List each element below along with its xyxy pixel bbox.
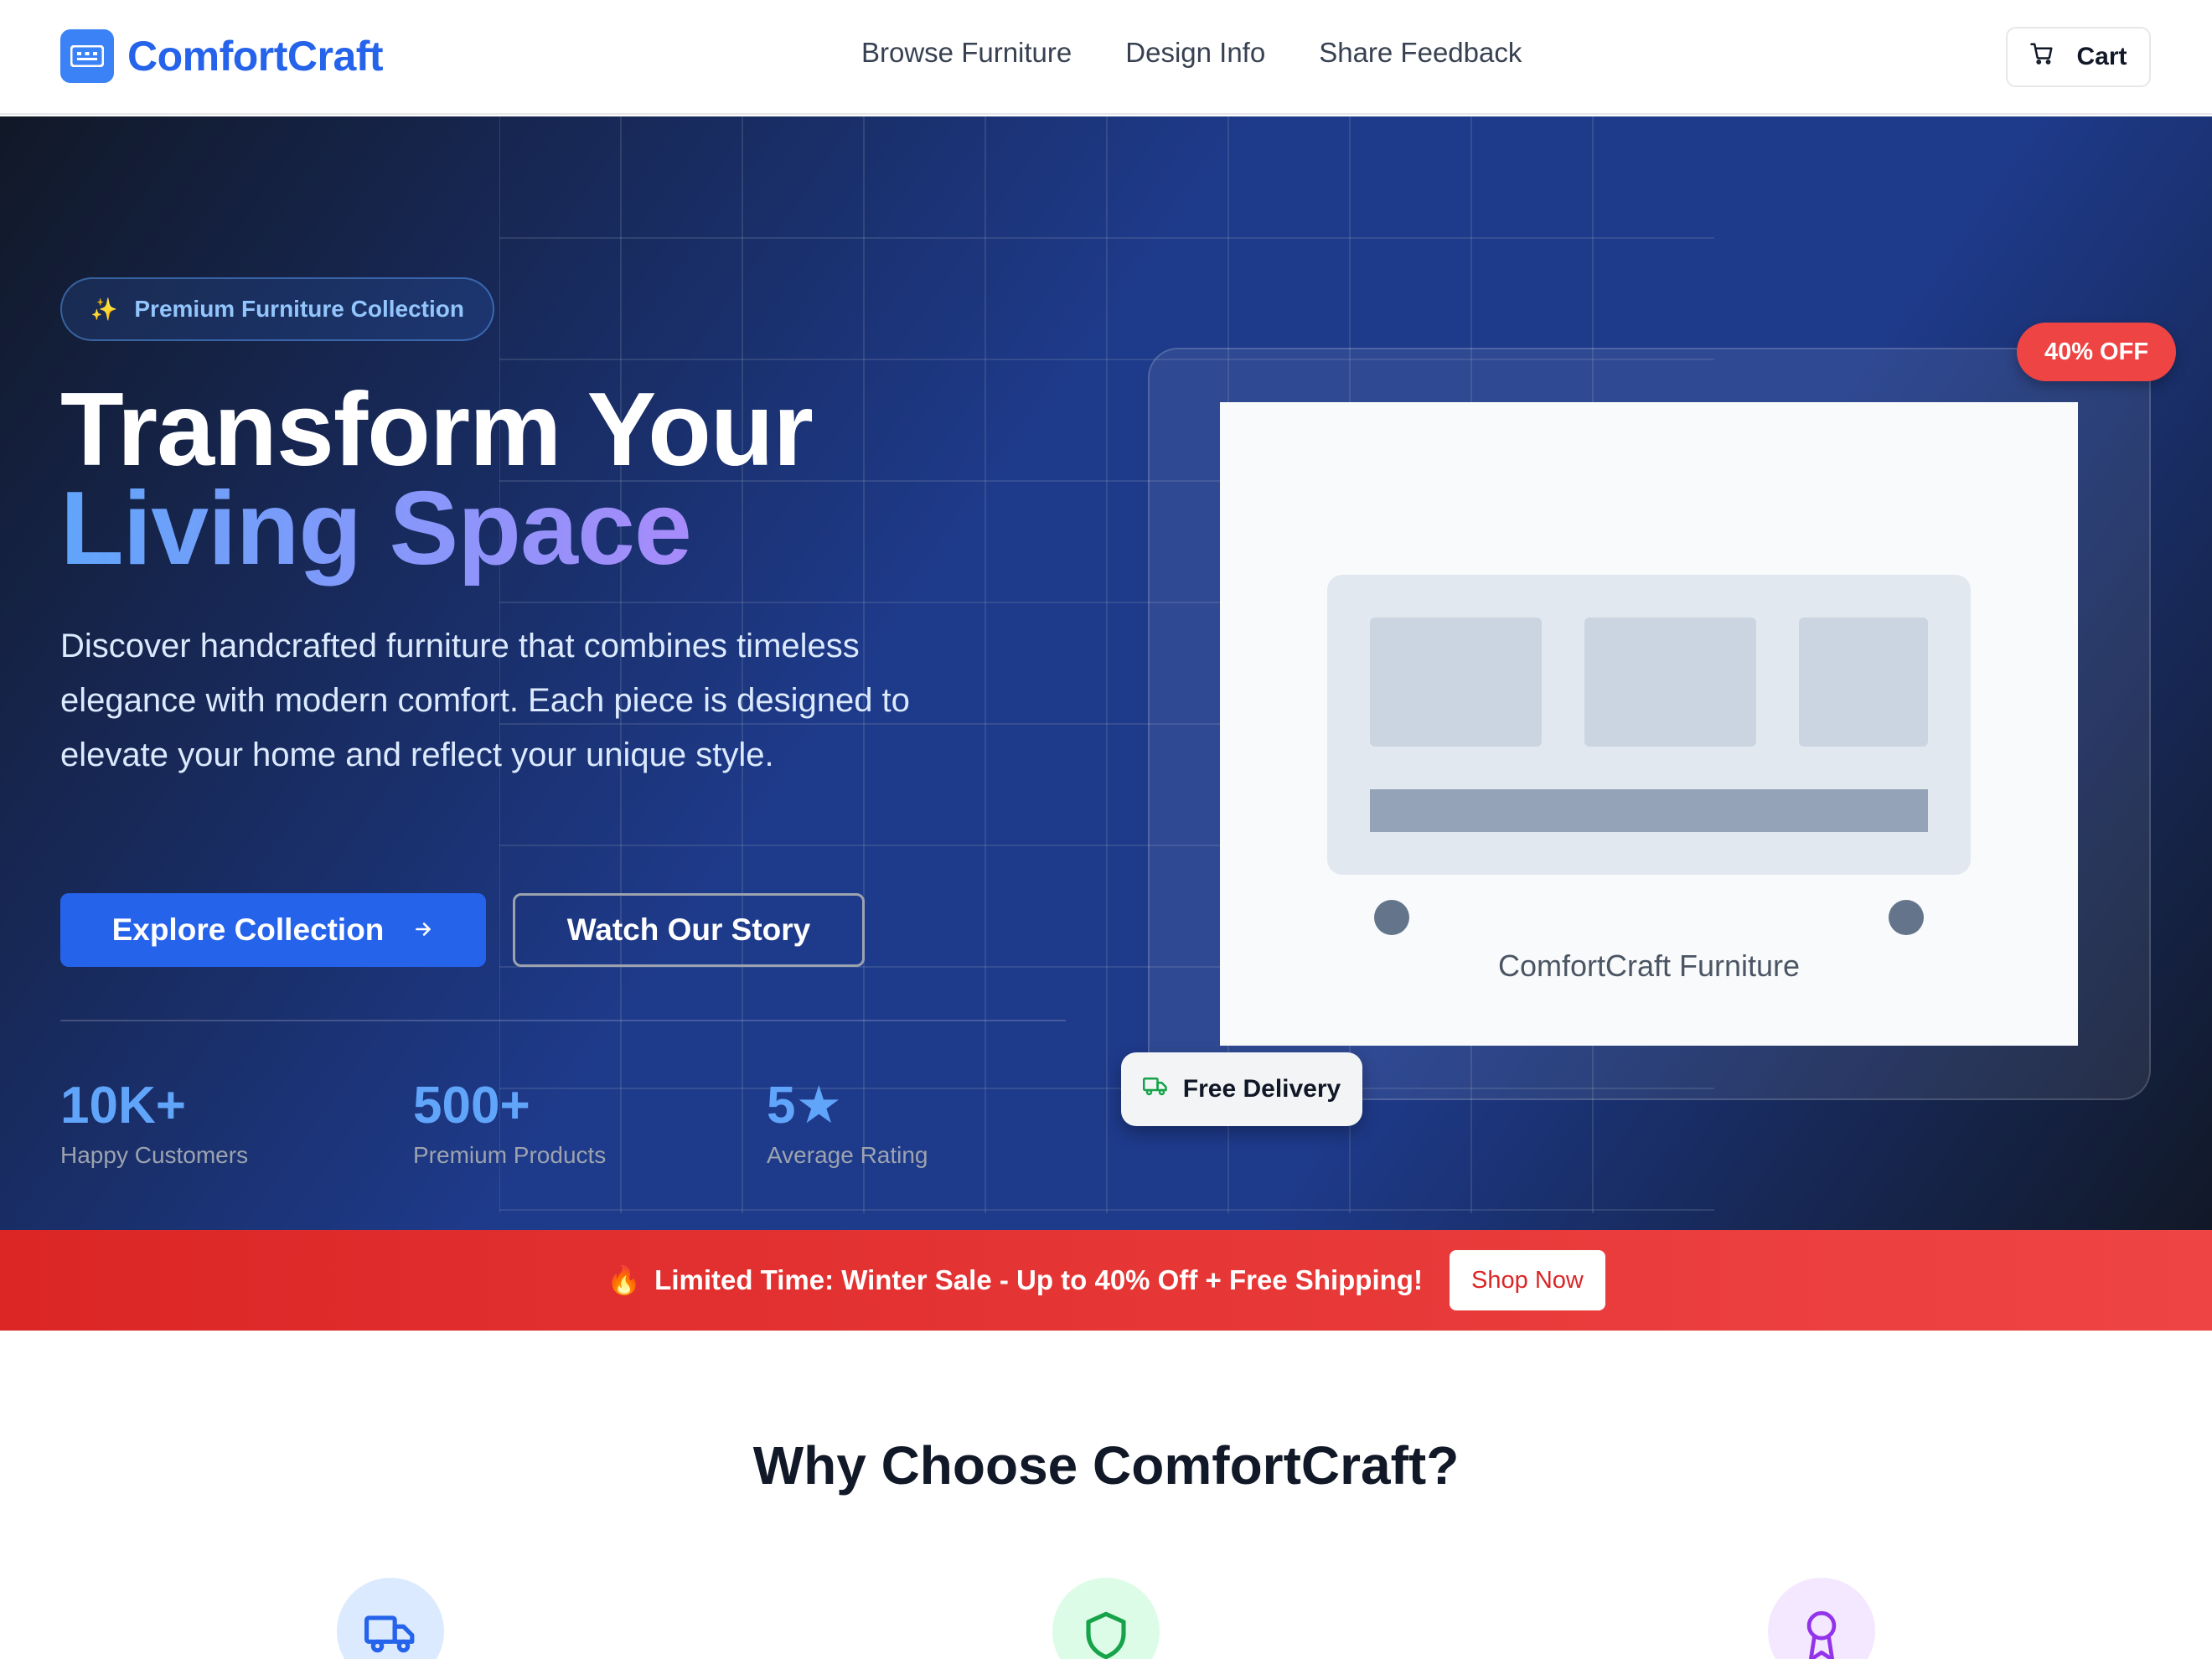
- sparkles-icon: ✨: [90, 296, 118, 322]
- feature-quality: [1768, 1578, 1875, 1659]
- cart-icon: [2029, 41, 2054, 73]
- sofa-cushion: [1370, 618, 1542, 747]
- hero-description: Discover handcrafted furniture that comb…: [60, 628, 910, 773]
- explore-collection-button[interactable]: Explore Collection: [60, 893, 486, 967]
- sofa-leg: [1889, 900, 1924, 935]
- sofa-logo-icon: [60, 29, 114, 83]
- sofa-leg: [1374, 900, 1409, 935]
- stat-label: Average Rating: [767, 1142, 928, 1168]
- stat-average-rating: 5★ Average Rating: [767, 1078, 928, 1169]
- discount-badge: 40% OFF: [2017, 323, 2176, 381]
- promo-banner: 🔥 Limited Time: Winter Sale - Up to 40% …: [0, 1230, 2212, 1331]
- badge-label: Premium Furniture Collection: [134, 296, 464, 322]
- sofa-seat: [1370, 789, 1928, 832]
- promo-message: Limited Time: Winter Sale - Up to 40% Of…: [654, 1264, 1423, 1295]
- arrow-right-icon: [412, 912, 434, 948]
- hero-title-line2: Living Space: [60, 471, 692, 587]
- stat-value: 500+: [413, 1077, 530, 1134]
- brand-logo[interactable]: ComfortCraft: [60, 29, 384, 83]
- feature-warranty: [1052, 1578, 1160, 1659]
- truck-icon: [1142, 1075, 1168, 1103]
- free-delivery-label: Free Delivery: [1182, 1075, 1341, 1103]
- sofa-cushion: [1799, 618, 1928, 747]
- shield-icon: [1083, 1610, 1129, 1659]
- hero-title: Transform Your Living Space: [60, 378, 814, 581]
- stat-premium-products: 500+ Premium Products: [413, 1078, 606, 1169]
- explore-collection-label: Explore Collection: [111, 912, 385, 947]
- free-delivery-badge: Free Delivery: [1121, 1052, 1362, 1126]
- stat-value: 10K+: [60, 1077, 186, 1134]
- stat-value: 5★: [767, 1077, 843, 1134]
- collection-badge: ✨ Premium Furniture Collection: [60, 277, 494, 341]
- site-header: ComfortCraft Browse Furniture Design Inf…: [0, 0, 2212, 115]
- stat-label: Happy Customers: [60, 1142, 249, 1168]
- nav-browse-furniture[interactable]: Browse Furniture: [861, 37, 1072, 69]
- stat-label: Premium Products: [413, 1142, 607, 1168]
- why-choose-title: Why Choose ComfortCraft?: [752, 1435, 1460, 1496]
- brand-name: ComfortCraft: [127, 33, 384, 80]
- sofa-cushion: [1584, 618, 1756, 747]
- promo-text: 🔥 Limited Time: Winter Sale - Up to 40% …: [607, 1264, 1423, 1297]
- cart-button[interactable]: Cart: [2006, 27, 2151, 87]
- hero-section: ✨ Premium Furniture Collection Transform…: [0, 116, 2212, 1230]
- stat-happy-customers: 10K+ Happy Customers: [60, 1078, 248, 1169]
- truck-icon: [364, 1610, 416, 1659]
- product-caption: ComfortCraft Furniture: [1497, 948, 1801, 983]
- fire-icon: 🔥: [607, 1264, 642, 1295]
- product-image[interactable]: ComfortCraft Furniture: [1220, 402, 2078, 1046]
- award-icon: [1800, 1610, 1843, 1659]
- feature-delivery: [337, 1578, 444, 1659]
- nav-share-feedback[interactable]: Share Feedback: [1319, 37, 1522, 69]
- cart-label: Cart: [2076, 43, 2127, 70]
- nav-design-info[interactable]: Design Info: [1125, 37, 1265, 69]
- watch-our-story-button[interactable]: Watch Our Story: [513, 893, 865, 967]
- sofa-illustration: [1327, 575, 1971, 875]
- shop-now-button[interactable]: Shop Now: [1449, 1250, 1605, 1310]
- main-nav: Browse Furniture Design Info Share Feedb…: [861, 37, 1522, 69]
- hero-divider: [60, 1020, 1066, 1021]
